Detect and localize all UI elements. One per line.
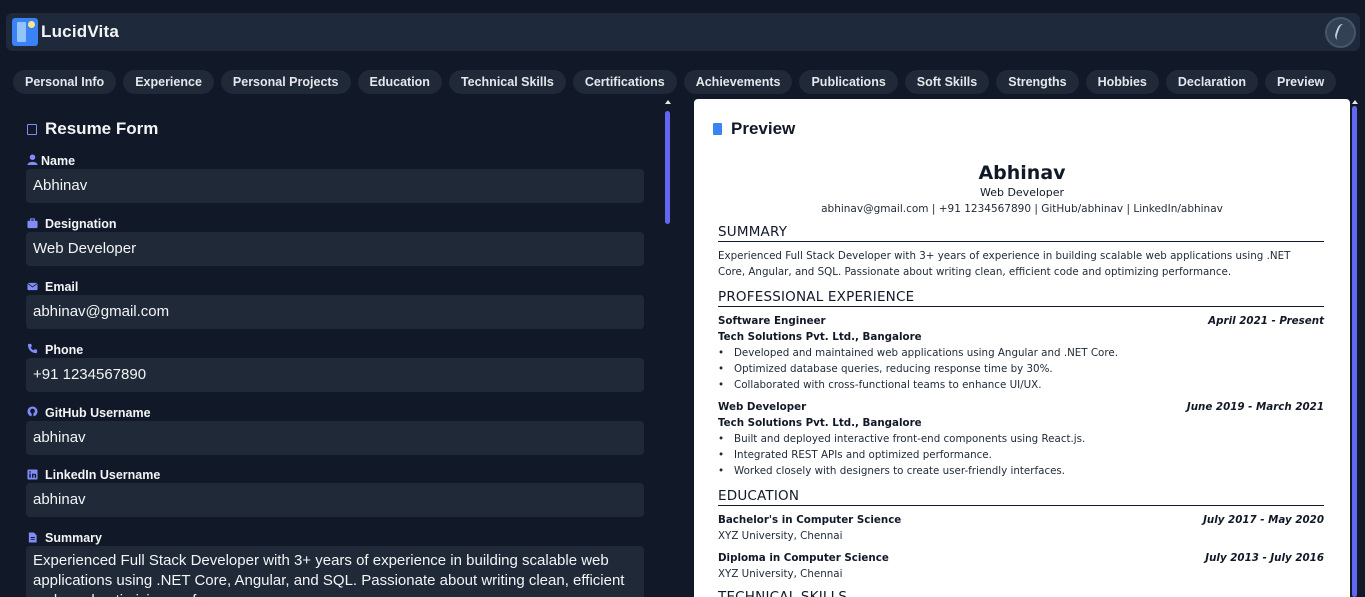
tab-preview[interactable]: Preview	[1264, 70, 1337, 94]
summary-label: Summary	[45, 531, 102, 545]
github-label: GitHub Username	[45, 406, 151, 420]
tab-education[interactable]: Education	[357, 70, 442, 94]
name-field[interactable]: Abhinav	[26, 169, 644, 203]
linkedin-icon	[27, 469, 38, 480]
resume-form-panel: Resume Form Name Abhinav Designation Web…	[0, 100, 680, 597]
cv-job-bullet: Worked closely with designers to create …	[718, 465, 1065, 477]
cv-name: Abhinav	[978, 162, 1066, 184]
tab-experience[interactable]: Experience	[123, 70, 214, 94]
app-logo-icon	[12, 18, 38, 46]
preview-scrollbar[interactable]	[1352, 106, 1357, 597]
tab-publications[interactable]: Publications	[799, 70, 898, 94]
cv-edu-school: XYZ University, Chennai	[718, 568, 843, 580]
email-field[interactable]: abhinav@gmail.com	[26, 295, 644, 329]
tab-hobbies[interactable]: Hobbies	[1085, 70, 1159, 94]
cv-section-education: EDUCATION	[718, 488, 1324, 506]
cv-edu-school: XYZ University, Chennai	[718, 530, 843, 542]
document-icon	[28, 532, 37, 543]
section-tabs: Personal Info Experience Personal Projec…	[13, 70, 1337, 94]
preview-title: Preview	[731, 119, 796, 138]
linkedin-username-field[interactable]: abhinav	[26, 483, 644, 517]
preview-scroll-up-icon[interactable]	[1352, 100, 1358, 104]
email-label: Email	[45, 280, 79, 294]
form-icon	[27, 124, 37, 135]
form-title: Resume Form	[45, 119, 159, 138]
briefcase-icon	[27, 218, 38, 229]
document-icon	[713, 123, 722, 135]
summary-field[interactable]: Experienced Full Stack Developer with 3+…	[26, 546, 644, 597]
cv-edu-dates: July 2013 - July 2016	[1205, 552, 1324, 564]
cv-job-bullet: Built and deployed interactive front-end…	[718, 433, 1085, 445]
envelope-icon	[27, 282, 38, 291]
cv-contact: abhinav@gmail.com | +91 1234567890 | Git…	[821, 203, 1223, 215]
cv-edu-degree: Diploma in Computer Science	[718, 552, 889, 564]
form-scrollbar[interactable]	[665, 111, 670, 224]
github-icon	[27, 406, 38, 417]
user-icon	[27, 154, 38, 165]
tab-soft-skills[interactable]: Soft Skills	[904, 70, 990, 94]
tab-technical-skills[interactable]: Technical Skills	[448, 70, 566, 94]
cv-job-bullet: Optimized database queries, reducing res…	[718, 363, 1053, 375]
avatar[interactable]	[1325, 17, 1356, 48]
name-label: Name	[41, 154, 76, 168]
cv-job-company: Tech Solutions Pvt. Ltd., Bangalore	[718, 331, 922, 343]
github-username-field[interactable]: abhinav	[26, 421, 644, 455]
cv-edu-degree: Bachelor's in Computer Science	[718, 514, 902, 526]
cv-edu-dates: July 2017 - May 2020	[1203, 514, 1324, 526]
cv-job-title: Software Engineer	[718, 315, 826, 327]
cv-job-company: Tech Solutions Pvt. Ltd., Bangalore	[718, 417, 922, 429]
cv-section-summary: SUMMARY	[718, 224, 1324, 242]
app-title: LucidVita	[41, 22, 120, 41]
cv-job-bullet: Integrated REST APIs and optimized perfo…	[718, 449, 992, 461]
cv-job-dates: April 2021 - Present	[1208, 315, 1324, 327]
resume-preview-panel: Preview Abhinav Web Developer abhinav@gm…	[694, 99, 1350, 597]
cv-role: Web Developer	[979, 186, 1065, 199]
phone-icon	[27, 343, 38, 354]
tab-certifications[interactable]: Certifications	[572, 70, 677, 94]
designation-label: Designation	[45, 217, 117, 231]
cv-job-bullet: Developed and maintained web application…	[718, 347, 1118, 359]
tab-declaration[interactable]: Declaration	[1165, 70, 1258, 94]
cv-section-technical: TECHNICAL SKILLS	[718, 589, 1324, 597]
tab-strengths[interactable]: Strengths	[996, 70, 1079, 94]
cv-job-bullet: Collaborated with cross-functional teams…	[718, 379, 1041, 391]
form-scroll-up-icon[interactable]	[665, 100, 671, 104]
phone-label: Phone	[45, 343, 84, 357]
linkedin-label: LinkedIn Username	[45, 468, 161, 482]
designation-field[interactable]: Web Developer	[26, 232, 644, 266]
phone-field[interactable]: +91 1234567890	[26, 358, 644, 392]
app-header: LucidVita	[6, 13, 1360, 51]
tab-personal-projects[interactable]: Personal Projects	[220, 70, 351, 94]
cv-summary-text: Experienced Full Stack Developer with 3+…	[718, 250, 1291, 278]
cv-section-experience: PROFESSIONAL EXPERIENCE	[718, 289, 1324, 307]
tab-personal-info[interactable]: Personal Info	[13, 70, 117, 94]
cv-job-title: Web Developer	[718, 401, 807, 413]
cv-job-dates: June 2019 - March 2021	[1186, 401, 1324, 413]
tab-achievements[interactable]: Achievements	[683, 70, 793, 94]
